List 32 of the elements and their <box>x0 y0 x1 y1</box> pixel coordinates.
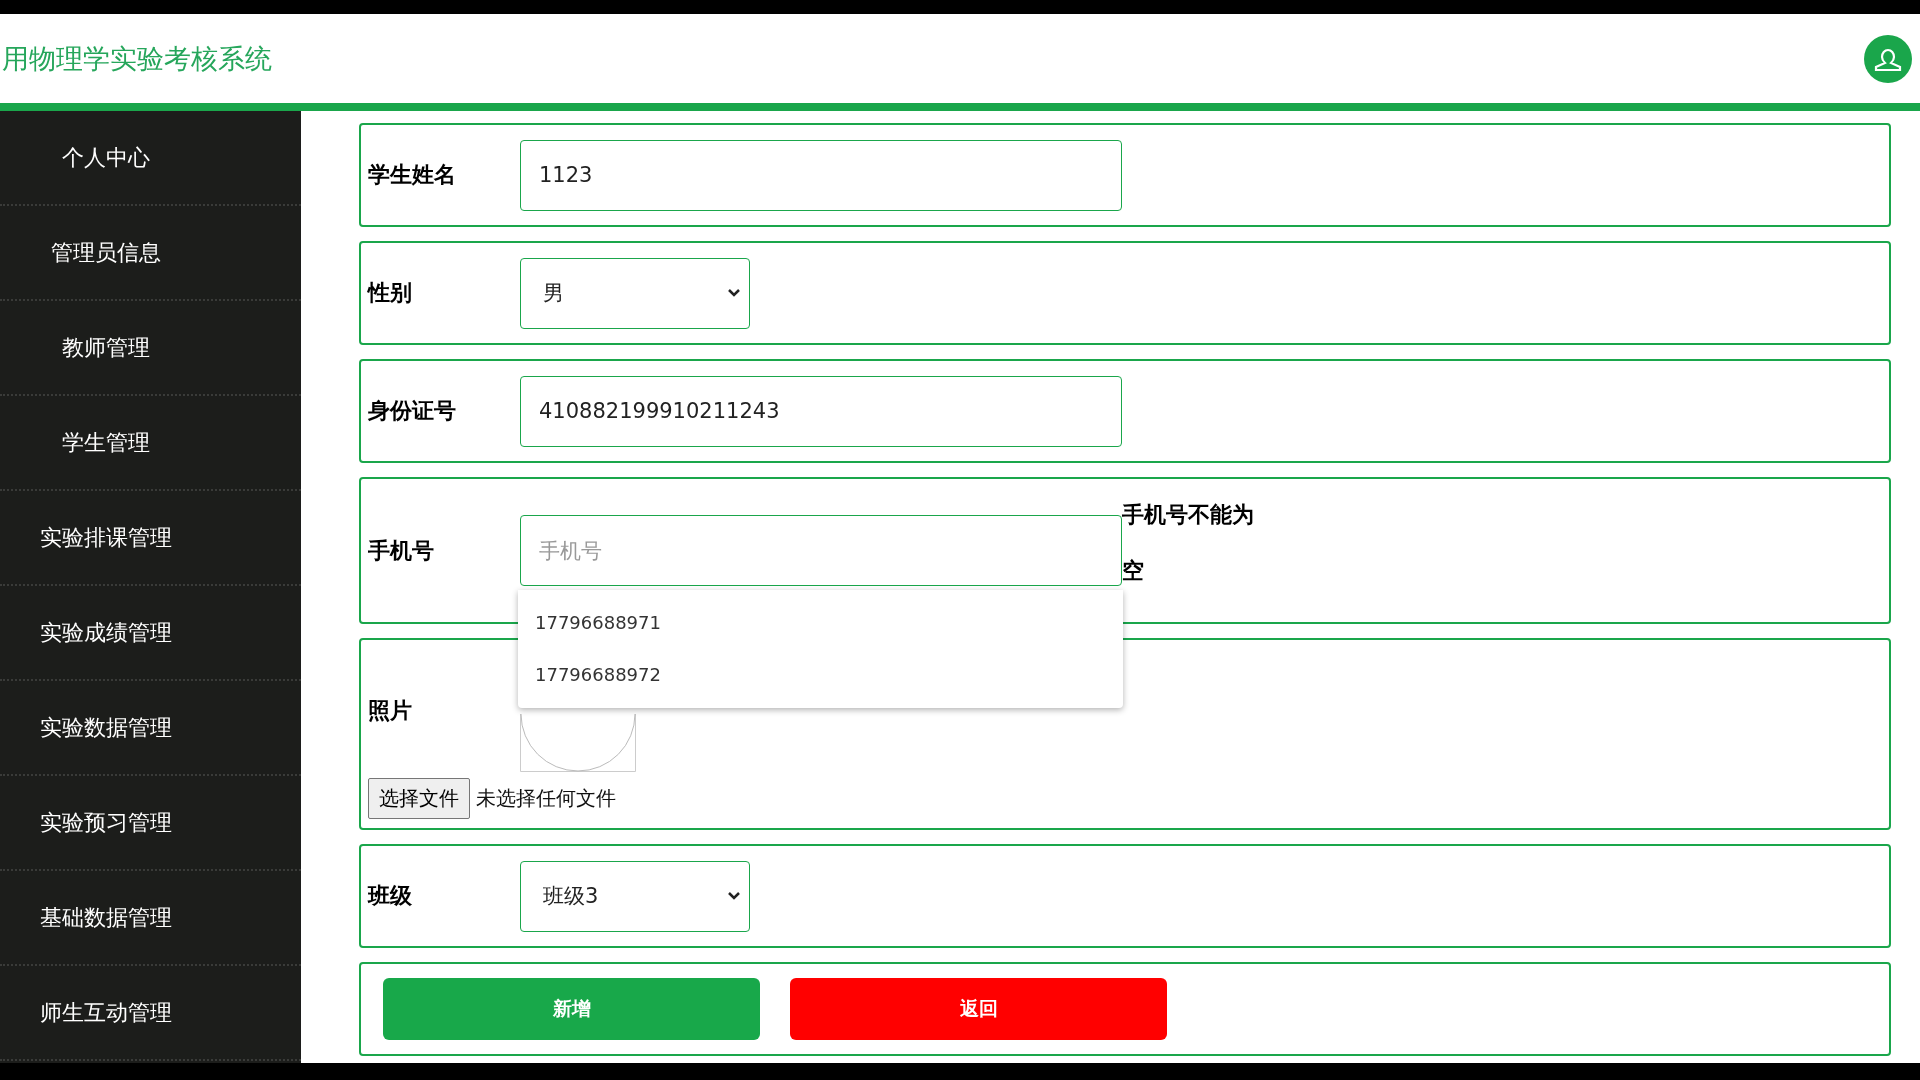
text-field[interactable]: 1123 <box>520 139 1122 211</box>
field-label: 身份证号 <box>368 397 457 425</box>
field-label: 照片 <box>368 697 413 725</box>
back-button[interactable]: 返回 <box>790 978 1167 1040</box>
user-avatar-icon[interactable] <box>1864 34 1912 83</box>
field-label: 性别 <box>368 279 413 307</box>
sidebar-item[interactable]: 实验预习管理 <box>39 807 172 838</box>
sidebar-item[interactable]: 学生管理 <box>61 427 150 458</box>
select-field[interactable]: 男 <box>520 257 750 329</box>
text-field[interactable]: 410882199910211243 <box>520 375 1122 447</box>
field-label: 手机号 <box>368 536 435 565</box>
sidebar-item[interactable]: 管理员信息 <box>50 237 161 268</box>
field-label: 班级 <box>368 882 413 910</box>
sidebar-item[interactable]: 实验排课管理 <box>39 522 172 553</box>
chevron-down-icon <box>727 891 741 901</box>
app-title: 用物理学实验考核系统 <box>2 41 272 76</box>
file-status: 未选择任何文件 <box>476 785 616 812</box>
choose-file-button[interactable]: 选择文件 <box>368 778 470 819</box>
error-message: 手机号不能为空 <box>1122 501 1255 585</box>
sidebar-item[interactable]: 师生互动管理 <box>39 997 172 1028</box>
sidebar-item[interactable]: 实验成绩管理 <box>39 617 172 648</box>
suggestion-item[interactable]: 17796688972 <box>518 648 1123 700</box>
chevron-down-icon <box>727 288 741 298</box>
sidebar-item[interactable]: 个人中心 <box>61 142 150 173</box>
photo-placeholder-icon <box>520 714 636 772</box>
sidebar-item[interactable]: 实验数据管理 <box>39 712 172 743</box>
text-field[interactable]: 手机号 <box>520 515 1122 586</box>
sidebar-item[interactable]: 基础数据管理 <box>39 902 172 933</box>
select-field[interactable]: 班级3 <box>520 860 750 932</box>
field-label: 学生姓名 <box>368 161 457 189</box>
sidebar-item[interactable]: 教师管理 <box>61 332 150 363</box>
suggestion-item[interactable]: 17796688971 <box>518 596 1123 648</box>
